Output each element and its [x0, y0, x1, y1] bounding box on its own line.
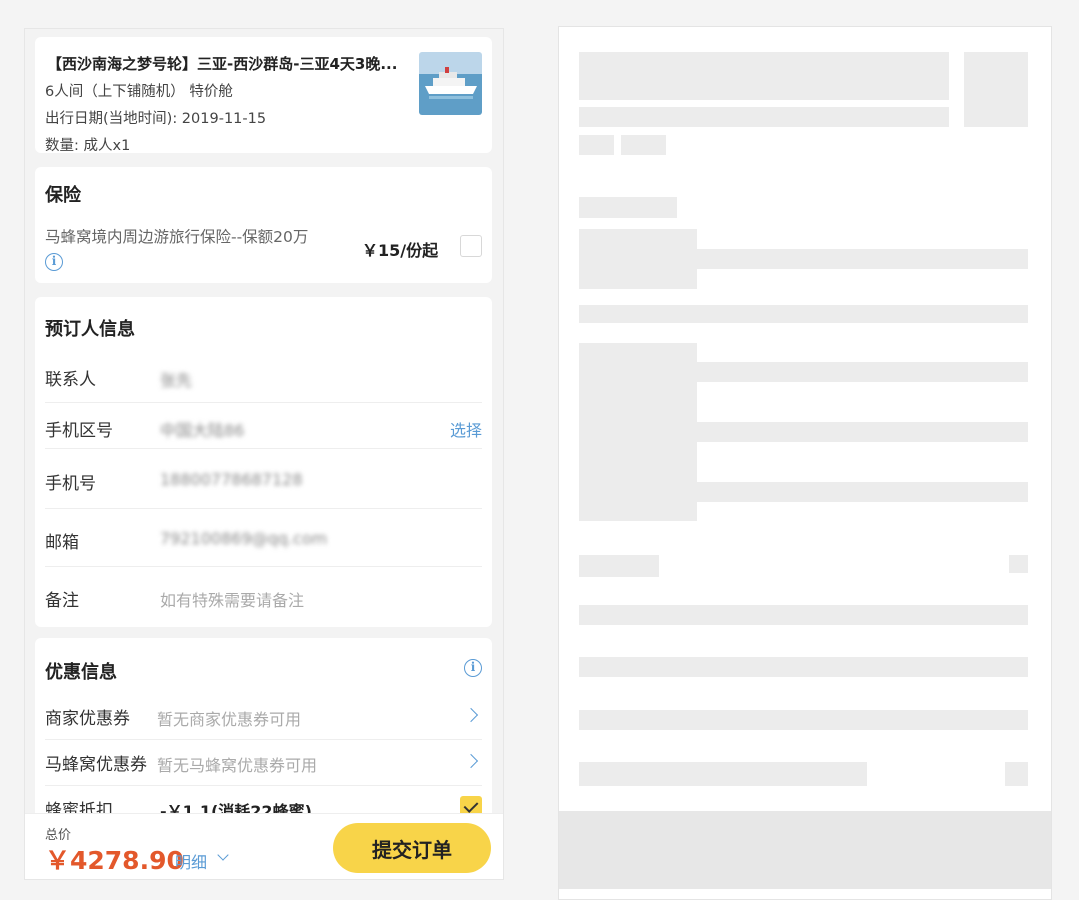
contact-field[interactable]: 张先	[160, 367, 192, 391]
skeleton-block	[1009, 555, 1028, 573]
area-code-select-link[interactable]: 选择	[450, 417, 482, 441]
chevron-right-icon[interactable]	[463, 707, 479, 723]
skeleton-block	[579, 605, 1028, 625]
skeleton-block	[579, 343, 697, 521]
checkout-bar: 总价 ￥4278.90 明细 提交订单	[25, 813, 503, 879]
insurance-card: 保险 马蜂窝境内周边游旅行保险--保额20万 i ￥15/份起	[35, 167, 492, 283]
skeleton-block	[579, 555, 659, 577]
chevron-right-icon[interactable]	[463, 753, 479, 769]
skeleton-block	[621, 135, 666, 155]
chevron-down-icon[interactable]	[217, 849, 229, 861]
contact-row[interactable]: 联系人 张先	[45, 355, 482, 403]
contact-label: 联系人	[45, 370, 96, 390]
skeleton-block	[579, 710, 1028, 730]
stage: 【西沙南海之梦号轮】三亚-西沙群岛-三亚4天3晚... 6人间（上下铺随机） 特…	[0, 0, 1079, 900]
merchant-coupon-row[interactable]: 商家优惠券 暂无商家优惠券可用	[45, 694, 482, 740]
product-room: 6人间（上下铺随机） 特价舱	[45, 84, 233, 100]
email-field[interactable]: 792100869@qq.com	[160, 529, 327, 548]
note-input[interactable]: 如有特殊需要请备注	[160, 587, 304, 611]
note-row[interactable]: 备注 如有特殊需要请备注	[45, 567, 482, 625]
skeleton-block	[1005, 762, 1028, 786]
mfw-coupon-row[interactable]: 马蜂窝优惠券 暂无马蜂窝优惠券可用	[45, 740, 482, 786]
booker-info-card: 预订人信息 联系人 张先 手机区号 中国大陆86 选择 手机号 18800778…	[35, 297, 492, 627]
area-code-label: 手机区号	[45, 421, 113, 441]
insurance-checkbox[interactable]	[460, 235, 482, 257]
discount-title: 优惠信息	[45, 662, 117, 683]
price-detail-link[interactable]: 明细	[175, 849, 207, 873]
skeleton-block	[697, 362, 1028, 382]
skeleton-block	[579, 305, 1028, 323]
area-code-field[interactable]: 中国大陆86	[160, 417, 244, 441]
email-row[interactable]: 邮箱 792100869@qq.com	[45, 509, 482, 567]
total-price: ￥4278.90	[45, 846, 184, 875]
merchant-coupon-label: 商家优惠券	[45, 709, 130, 729]
product-date: 出行日期(当地时间): 2019-11-15	[45, 111, 267, 127]
skeleton-block	[579, 229, 697, 289]
skeleton-block	[697, 482, 1028, 502]
phone-field[interactable]: 18800778687128	[160, 470, 303, 489]
info-icon[interactable]: i	[45, 252, 63, 271]
skeleton-block	[579, 657, 1028, 677]
skeleton-block	[579, 135, 614, 155]
product-title[interactable]: 【西沙南海之梦号轮】三亚-西沙群岛-三亚4天3晚...	[47, 53, 412, 74]
insurance-item: 马蜂窝境内周边游旅行保险--保额20万 i	[45, 225, 315, 273]
skeleton-footer	[559, 811, 1051, 889]
note-label: 备注	[45, 591, 79, 611]
product-quantity: 数量: 成人x1	[45, 138, 131, 154]
insurance-item-label: 马蜂窝境内周边游旅行保险--保额20万	[45, 228, 309, 246]
area-code-row[interactable]: 手机区号 中国大陆86 选择	[45, 403, 482, 449]
skeleton-block	[964, 52, 1028, 127]
insurance-price: ￥15/份起	[362, 241, 439, 260]
submit-order-button[interactable]: 提交订单	[333, 823, 491, 873]
phone-label: 手机号	[45, 474, 96, 494]
order-form-screen: 【西沙南海之梦号轮】三亚-西沙群岛-三亚4天3晚... 6人间（上下铺随机） 特…	[24, 28, 504, 880]
email-label: 邮箱	[45, 533, 79, 553]
insurance-title: 保险	[45, 185, 81, 206]
phone-row[interactable]: 手机号 18800778687128	[45, 449, 482, 509]
skeleton-block	[579, 762, 867, 786]
product-card: 【西沙南海之梦号轮】三亚-西沙群岛-三亚4天3晚... 6人间（上下铺随机） 特…	[35, 37, 492, 154]
skeleton-block	[579, 52, 949, 100]
ship-thumbnail	[419, 52, 482, 115]
discount-info-icon[interactable]: i	[464, 659, 482, 677]
skeleton-screen	[558, 26, 1052, 900]
booker-title: 预订人信息	[45, 319, 135, 340]
mfw-coupon-label: 马蜂窝优惠券	[45, 755, 147, 775]
skeleton-block	[579, 107, 949, 127]
discount-card: 优惠信息 i 商家优惠券 暂无商家优惠券可用 马蜂窝优惠券 暂无马蜂窝优惠券可用…	[35, 638, 492, 838]
skeleton-block	[697, 422, 1028, 442]
mfw-coupon-value: 暂无马蜂窝优惠券可用	[157, 756, 318, 775]
merchant-coupon-value: 暂无商家优惠券可用	[157, 710, 302, 729]
skeleton-block	[697, 249, 1028, 269]
skeleton-block	[579, 197, 677, 218]
